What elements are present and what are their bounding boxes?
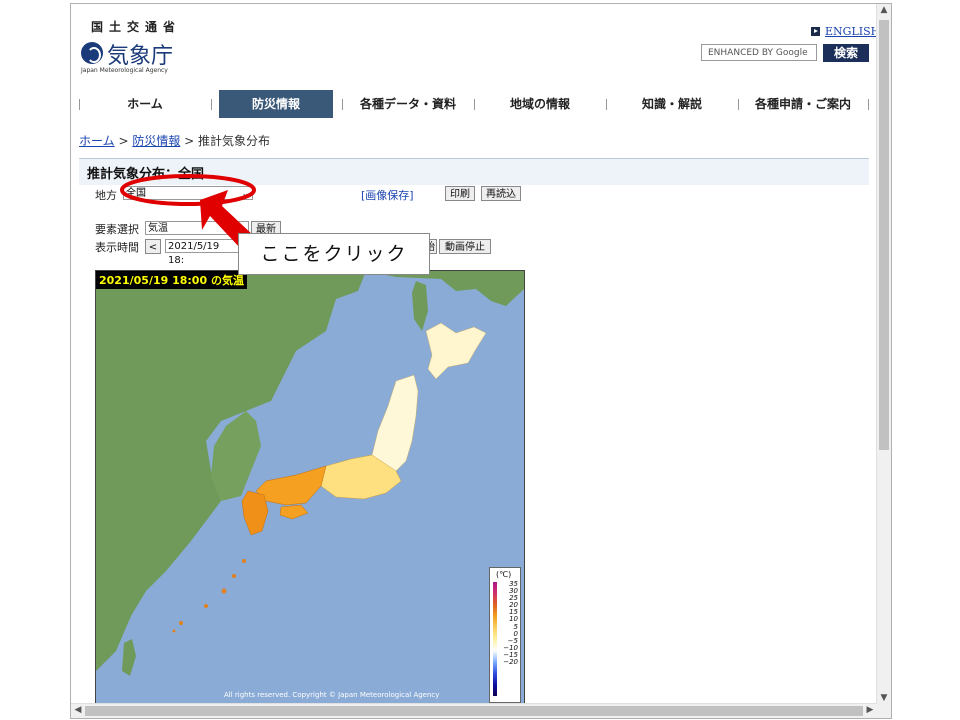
breadcrumb-home[interactable]: ホーム: [79, 134, 115, 148]
breadcrumb-current: 推計気象分布: [198, 134, 271, 148]
legend-label: −20: [503, 658, 518, 667]
scroll-left-icon[interactable]: ◀: [71, 705, 85, 715]
breadcrumb-sep: >: [180, 134, 199, 148]
nav-item-disaster[interactable]: 防災情報: [219, 90, 333, 118]
animation-stop-button[interactable]: 動画停止: [439, 239, 491, 254]
nansei-island: [221, 588, 227, 594]
breadcrumb-sep: >: [114, 134, 133, 148]
nav-item-knowledge[interactable]: 知識・解説: [607, 90, 737, 118]
ministry-name: 国土交通省: [91, 20, 182, 34]
scroll-up-icon[interactable]: ▲: [877, 5, 891, 15]
page-title-bar: 推計気象分布：全国: [79, 158, 869, 185]
jma-logo-icon[interactable]: [81, 42, 103, 64]
prev-time-button[interactable]: <: [145, 239, 161, 254]
nav-item-guidance[interactable]: 各種申請・ご案内: [739, 90, 867, 118]
element-label: 要素選択: [95, 223, 139, 236]
nansei-island: [172, 629, 176, 633]
breadcrumb: ホーム > 防災情報 > 推計気象分布: [79, 132, 270, 149]
page-title: 推計気象分布：全国: [87, 167, 205, 182]
nansei-island: [242, 559, 246, 563]
jma-logo-text[interactable]: 気象庁: [107, 38, 173, 70]
legend-color-bar: [493, 582, 497, 696]
horizontal-scrollbar[interactable]: ◀ ▶: [71, 703, 877, 718]
nansei-island: [232, 574, 236, 578]
time-label: 表示時間: [95, 241, 139, 254]
nav-item-data[interactable]: 各種データ・資料: [343, 90, 473, 118]
nav-item-region[interactable]: 地域の情報: [475, 90, 605, 118]
english-arrow-icon: [811, 27, 820, 36]
search-input[interactable]: ENHANCED BY Google: [701, 44, 817, 61]
instruction-callout: ここをクリック: [238, 233, 430, 275]
search-button[interactable]: 検索: [823, 44, 869, 62]
nav-separator: [211, 99, 212, 110]
map-graphic: [96, 271, 524, 703]
temperature-legend: (℃) 35 30 25 20 15 10 5 0 −5 −10 −15 −20: [489, 567, 521, 703]
scrollbar-corner: [877, 704, 891, 718]
legend-labels: 35 30 25 20 15 10 5 0 −5 −10 −15 −20: [503, 580, 518, 667]
nav-separator: [868, 99, 869, 110]
legend-unit: (℃): [496, 570, 512, 579]
print-button[interactable]: 印刷: [445, 186, 475, 201]
region-select-value: 全国: [126, 188, 146, 199]
reload-button[interactable]: 再読込: [481, 186, 521, 201]
horizontal-scroll-thumb[interactable]: [85, 706, 863, 716]
jma-logo-english: Japan Meteorological Agency: [81, 67, 168, 74]
nansei-island: [179, 621, 183, 625]
breadcrumb-disaster[interactable]: 防災情報: [132, 134, 180, 148]
english-link[interactable]: ENGLISH: [825, 25, 880, 38]
map-title: 2021/05/19 18:00 の気温: [96, 271, 247, 289]
time-select[interactable]: 2021/5/19 18:: [165, 239, 239, 266]
nansei-island: [204, 604, 208, 608]
vertical-scrollbar[interactable]: ▲ ▼: [876, 4, 891, 704]
scroll-down-icon[interactable]: ▼: [877, 693, 891, 703]
region-label: 地方: [95, 189, 117, 202]
temperature-map[interactable]: 2021/05/19 18:00 の気温 (℃) 35 30 25 20 15 …: [95, 270, 525, 704]
browser-page: 国土交通省 気象庁 Japan Meteorological Agency EN…: [70, 3, 892, 719]
chevron-down-icon: ⌄: [241, 189, 249, 199]
nav-item-home[interactable]: ホーム: [80, 90, 210, 118]
vertical-scroll-thumb[interactable]: [879, 20, 889, 450]
global-nav: ホーム 防災情報 各種データ・資料 地域の情報 知識・解説 各種申請・ご案内: [79, 90, 869, 118]
save-image-link[interactable]: [画像保存]: [361, 187, 414, 203]
map-copyright: All rights reserved. Copyright © Japan M…: [224, 691, 440, 699]
region-select[interactable]: 全国 ⌄: [123, 186, 253, 200]
element-select[interactable]: 気温: [145, 221, 249, 235]
scroll-right-icon[interactable]: ▶: [863, 705, 877, 715]
